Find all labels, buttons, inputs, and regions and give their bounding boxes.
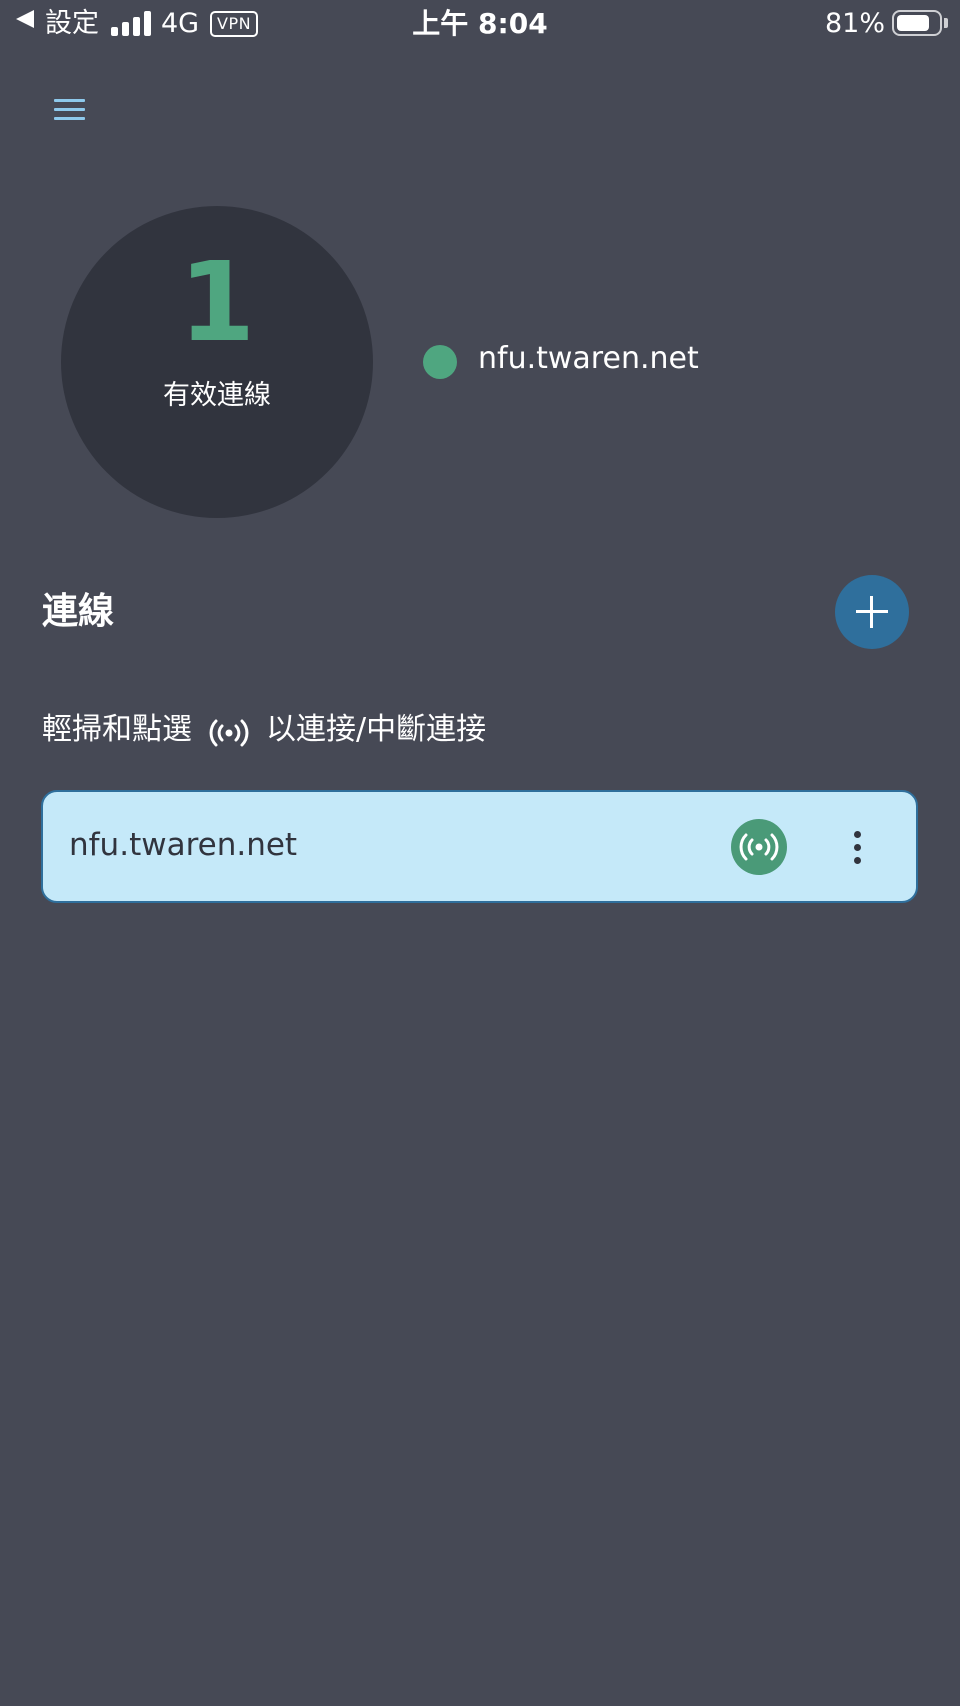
add-connection-button[interactable] (835, 575, 909, 649)
battery-percent: 81% (824, 8, 885, 39)
hint-text-after: 以連接/中斷連接 (266, 712, 487, 747)
menu-icon-line (54, 99, 85, 102)
active-connections-circle: 1 有效連線 (61, 206, 373, 518)
battery-cap (944, 18, 948, 28)
menu-icon-line (54, 117, 85, 120)
battery-icon (892, 10, 942, 36)
more-options-button[interactable] (839, 819, 875, 875)
connected-status-dot (423, 345, 457, 379)
active-connection-label: 有效連線 (163, 380, 271, 411)
more-vert-icon (854, 857, 861, 864)
more-vert-icon (854, 831, 861, 838)
active-connection-count: 1 (178, 238, 256, 366)
connect-hint: 輕掃和點選 以連接/中斷連接 (42, 706, 486, 754)
menu-icon-line (54, 108, 85, 111)
connection-toggle-button[interactable] (731, 819, 787, 875)
hint-text-before: 輕掃和點選 (42, 712, 192, 747)
broadcast-icon (739, 833, 779, 861)
broadcast-icon (208, 715, 250, 747)
active-connection-host: nfu.twaren.net (478, 341, 699, 376)
plus-icon (870, 596, 873, 628)
connection-name: nfu.twaren.net (69, 827, 298, 863)
connection-card[interactable]: nfu.twaren.net (41, 790, 918, 903)
clock: 上午 8:04 (412, 7, 548, 40)
status-bar: 設定 4G VPN 上午 8:04 81% (0, 0, 960, 48)
battery-level-fill (897, 15, 929, 31)
connections-section-title: 連線 (42, 591, 115, 632)
menu-button[interactable] (44, 90, 96, 130)
more-vert-icon (854, 844, 861, 851)
